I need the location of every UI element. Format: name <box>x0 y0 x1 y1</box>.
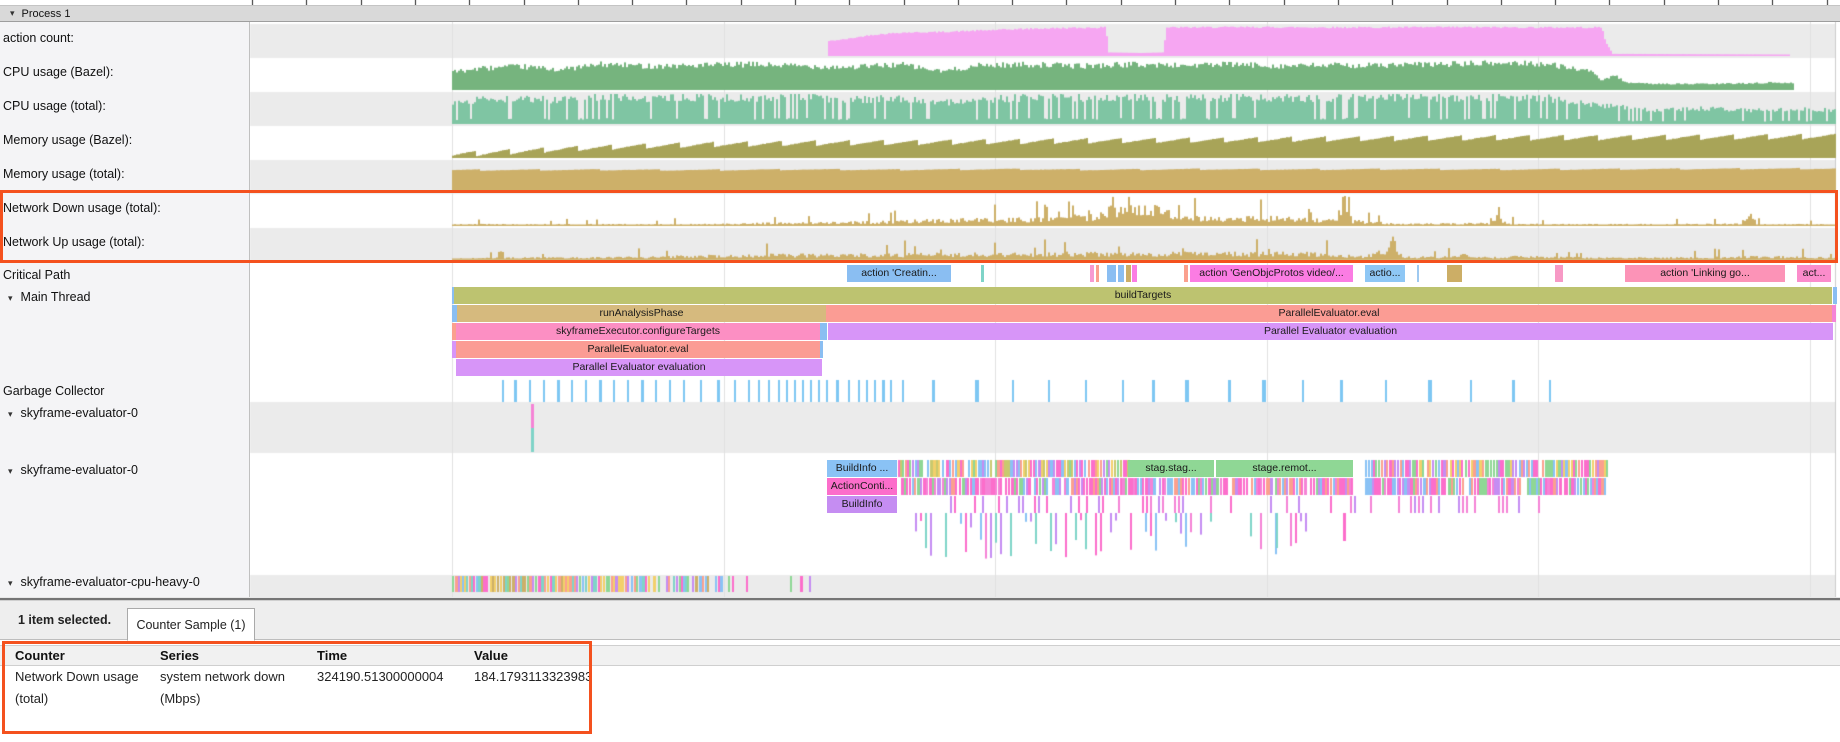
thread-track-label-text: Main Thread <box>21 290 91 304</box>
selection-status: 1 item selected. <box>18 613 111 627</box>
timeline-slice[interactable]: runAnalysisPhase <box>457 305 826 322</box>
timeline-slice[interactable]: action 'Linking go... <box>1625 265 1785 282</box>
thread-track-label: Critical Path <box>3 268 70 282</box>
thread-track-label[interactable]: ▾ skyframe-evaluator-0 <box>3 463 138 477</box>
timeline-slice[interactable] <box>981 265 984 282</box>
timeline-slice[interactable]: act... <box>1797 265 1831 282</box>
timeline-slice[interactable]: Parallel Evaluator evaluation <box>456 359 822 376</box>
counter-track-label: Memory usage (total): <box>3 167 125 181</box>
timeline-slice[interactable] <box>1107 265 1116 282</box>
timeline-slice[interactable]: ParallelEvaluator.eval <box>826 305 1832 322</box>
counter-track-label: CPU usage (total): <box>3 99 106 113</box>
timeline-slice[interactable] <box>820 341 823 358</box>
track-name-sidebar: action count: CPU usage (Bazel): CPU usage… <box>0 22 250 597</box>
tab-counter-sample-label: Counter Sample (1) <box>136 618 245 632</box>
timeline-slice[interactable] <box>1184 265 1188 282</box>
thread-track-label-text: skyframe-evaluator-0 <box>21 463 138 477</box>
timeline-slice[interactable] <box>1096 265 1099 282</box>
timeline-slice[interactable] <box>1555 265 1563 282</box>
timeline-slice[interactable] <box>1126 265 1131 282</box>
thread-track-label[interactable]: ▾ Main Thread <box>3 290 90 304</box>
process-header-label: Process 1 <box>22 8 71 20</box>
timeline-slice[interactable] <box>1832 305 1836 322</box>
thread-track-label-text: skyframe-evaluator-0 <box>21 406 138 420</box>
timeline-slice[interactable]: actio... <box>1365 265 1405 282</box>
timeline-slice[interactable]: BuildInfo <box>827 496 897 513</box>
timeline-slice[interactable] <box>1417 265 1419 282</box>
counter-track-label: CPU usage (Bazel): <box>3 65 113 79</box>
collapse-arrow-icon[interactable]: ▾ <box>8 466 13 476</box>
thread-track-label-text: skyframe-evaluator-cpu-heavy-0 <box>21 575 200 589</box>
timeline-slice[interactable]: skyframeExecutor.configureTargets <box>456 323 820 340</box>
thread-track-label-text: Critical Path <box>3 268 70 282</box>
thread-track-label[interactable]: ▾ skyframe-evaluator-cpu-heavy-0 <box>3 575 200 589</box>
network-tracks-highlight <box>0 190 1838 263</box>
timeline-slice[interactable] <box>1118 265 1124 282</box>
timeline-slice[interactable]: stage.remot... <box>1216 460 1353 477</box>
timeline-slice[interactable]: stag.stag... <box>1128 460 1214 477</box>
timeline-slice[interactable] <box>1447 265 1462 282</box>
timeline-slice[interactable]: BuildInfo ... <box>827 460 897 477</box>
collapse-arrow-icon[interactable]: ▾ <box>8 578 13 588</box>
timeline-slice[interactable] <box>1132 265 1137 282</box>
timeline-slice[interactable]: buildTargets <box>454 287 1832 304</box>
timeline-slice[interactable] <box>820 323 827 340</box>
timeline-slice[interactable]: action 'Creatin... <box>847 265 951 282</box>
counter-track-label: Memory usage (Bazel): <box>3 133 132 147</box>
tab-counter-sample[interactable]: Counter Sample (1) <box>127 608 255 641</box>
thread-track-label[interactable]: ▾ skyframe-evaluator-0 <box>3 406 138 420</box>
details-panel-header <box>0 601 1840 640</box>
collapse-arrow-icon[interactable]: ▾ <box>10 8 15 19</box>
timeline-slice[interactable]: ParallelEvaluator.eval <box>456 341 820 358</box>
collapse-arrow-icon[interactable]: ▾ <box>8 293 13 303</box>
collapse-arrow-icon[interactable]: ▾ <box>8 409 13 419</box>
thread-track-label-text: Garbage Collector <box>3 384 104 398</box>
timeline-slice[interactable]: action 'GenObjcProtos video/... <box>1190 265 1353 282</box>
process-header[interactable]: ▾ Process 1 <box>0 5 1840 22</box>
thread-track-label: Garbage Collector <box>3 384 104 398</box>
timeline-slice[interactable]: Parallel Evaluator evaluation <box>828 323 1833 340</box>
trace-viewer: ▾ Process 1 action count: CPU usage (Baze… <box>0 0 1840 742</box>
timeline-slice[interactable] <box>1090 265 1094 282</box>
timeline-slice[interactable]: ActionConti... <box>827 478 897 495</box>
counter-track-label: action count: <box>3 31 74 45</box>
timeline-slice[interactable] <box>1833 287 1837 304</box>
counter-table-highlight <box>2 641 592 734</box>
